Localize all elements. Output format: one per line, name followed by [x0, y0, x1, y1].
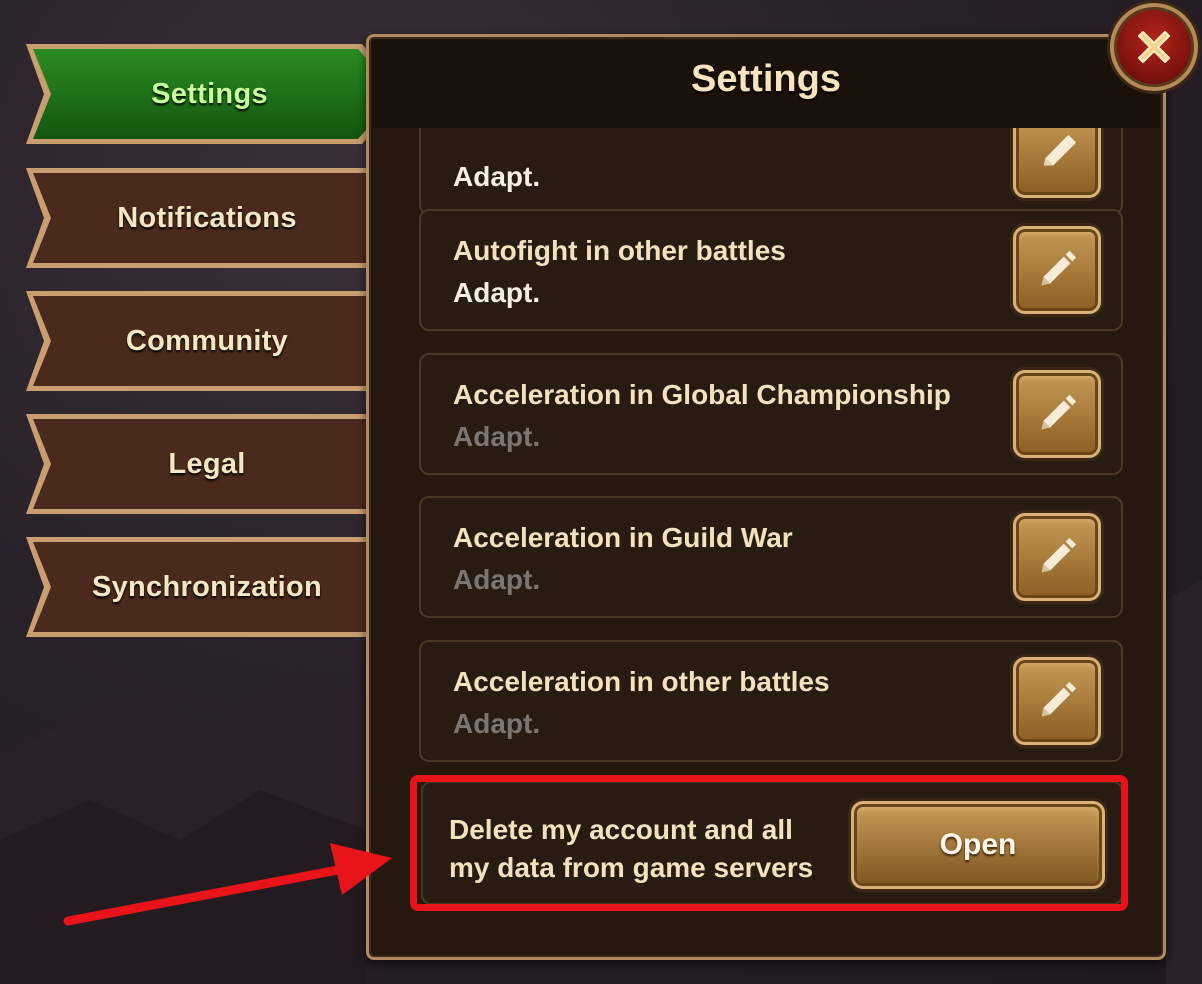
- tab-community-label: Community: [125, 324, 289, 357]
- setting-row: Adapt.: [419, 125, 1123, 215]
- setting-title: Acceleration in other battles: [453, 666, 830, 697]
- setting-title: Autofight in other battles: [453, 235, 786, 266]
- highlight-box: [410, 775, 1128, 911]
- tab-notifications[interactable]: Notifications: [22, 166, 397, 270]
- setting-value: Adapt.: [453, 564, 541, 595]
- setting-value: Adapt.: [453, 708, 541, 739]
- setting-title: Acceleration in Global Championship: [453, 379, 951, 410]
- tab-legal-label: Legal: [168, 447, 246, 480]
- panel-header: Settings: [372, 40, 1160, 128]
- edit-button[interactable]: [1013, 513, 1101, 601]
- pencil-icon: [1041, 681, 1077, 717]
- setting-value: Adapt.: [453, 161, 541, 192]
- close-button[interactable]: [1110, 3, 1198, 91]
- setting-title: Acceleration in Guild War: [453, 522, 793, 553]
- pencil-icon: [1043, 134, 1077, 166]
- tab-settings-label: Settings: [151, 77, 268, 110]
- edit-button[interactable]: [1013, 226, 1101, 314]
- setting-value: Adapt.: [453, 421, 541, 452]
- edit-button[interactable]: [1013, 125, 1101, 198]
- pencil-icon: [1041, 250, 1077, 286]
- settings-list[interactable]: Adapt. Autofight in other battles Adapt.: [369, 125, 1163, 765]
- pencil-icon: [1041, 394, 1077, 430]
- edit-button[interactable]: [1013, 657, 1101, 745]
- close-icon: [1138, 31, 1170, 63]
- tab-settings[interactable]: Settings: [22, 42, 397, 146]
- setting-row: Acceleration in other battles Adapt.: [419, 640, 1123, 762]
- pencil-icon: [1041, 537, 1077, 573]
- edit-button[interactable]: [1013, 370, 1101, 458]
- tab-community[interactable]: Community: [22, 289, 397, 393]
- setting-row: Acceleration in Global Championship Adap…: [419, 353, 1123, 475]
- tab-notifications-label: Notifications: [117, 201, 297, 234]
- setting-value: Adapt.: [453, 277, 541, 308]
- tab-legal[interactable]: Legal: [22, 412, 397, 516]
- setting-row: Autofight in other battles Adapt.: [419, 209, 1123, 331]
- tab-synchronization-label: Synchronization: [91, 570, 323, 603]
- setting-row: Acceleration in Guild War Adapt.: [419, 496, 1123, 618]
- panel-title: Settings: [691, 58, 841, 100]
- tab-synchronization[interactable]: Synchronization: [22, 535, 397, 639]
